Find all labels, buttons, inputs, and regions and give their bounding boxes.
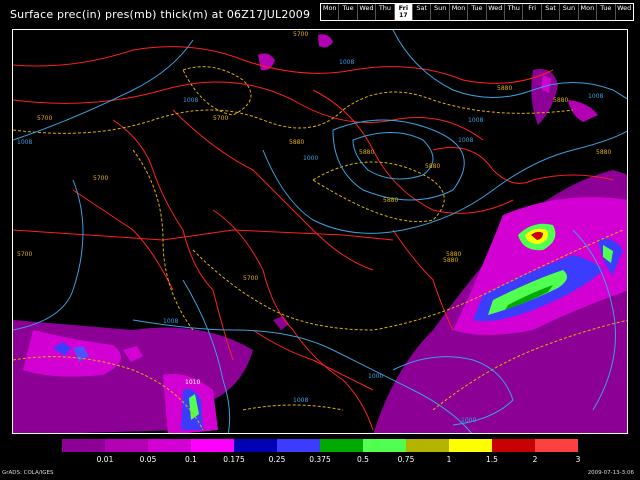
scale-tick-label: 2: [532, 455, 538, 464]
thickness-label: 5700: [293, 31, 308, 38]
thickness-label: 5880: [497, 85, 512, 92]
weather-map: 1008 1008 1008 1008 1008 1000 1008 1008 …: [12, 29, 628, 434]
color-swatch: [363, 439, 406, 452]
day-tab[interactable]: Sun: [431, 4, 450, 20]
pressure-label: 1008: [293, 397, 308, 404]
day-tab[interactable]: Mon: [579, 4, 598, 20]
day-tab[interactable]: Mon: [321, 4, 340, 20]
pressure-label: 1008: [17, 139, 32, 146]
day-tab[interactable]: Tue: [597, 4, 616, 20]
thickness-label: 5700: [37, 115, 52, 122]
color-swatch: [62, 439, 105, 452]
thickness-label: 5700: [213, 115, 228, 122]
color-swatch: [535, 439, 578, 452]
thickness-label: 5700: [17, 251, 32, 258]
color-swatch: [492, 439, 535, 452]
day-tab[interactable]: Fri: [523, 4, 542, 20]
scale-tick-label: 0.05: [139, 455, 157, 464]
pressure-label: 1008: [163, 318, 178, 325]
day-tab[interactable]: Wed: [358, 4, 377, 20]
color-scale-bar: [62, 439, 578, 452]
pressure-label: 1000: [461, 417, 476, 424]
color-swatch: [148, 439, 191, 452]
scale-tick-label: 0.5: [357, 455, 369, 464]
thickness-label: 5880: [553, 97, 568, 104]
scale-tick-label: 0.25: [268, 455, 286, 464]
color-scale-ticks: 0.01 0.05 0.1 0.175 0.25 0.375 0.5 0.75 1 1.5 2 3: [62, 455, 581, 465]
scale-tick-label: 1.5: [486, 455, 498, 464]
day-tab[interactable]: Sat: [542, 4, 561, 20]
credit-label: GrADS: COLA/IGES: [2, 470, 54, 476]
pressure-label: 1008: [468, 117, 483, 124]
thickness-label: 5880: [446, 251, 461, 258]
scale-tick-label: 0.375: [309, 455, 331, 464]
pressure-label: 1008: [458, 137, 473, 144]
map-title: Surface prec(in) pres(mb) thick(m) at 06…: [10, 8, 311, 21]
thickness-label: 5880: [359, 149, 374, 156]
thickness-label: 5880: [443, 257, 458, 264]
pressure-label: 1008: [588, 93, 603, 100]
day-tab[interactable]: Sun: [560, 4, 579, 20]
day-tab[interactable]: Sat: [413, 4, 432, 20]
thickness-label: 5880: [383, 197, 398, 204]
scale-tick-label: 3: [575, 455, 581, 464]
pressure-label: 1000: [303, 155, 318, 162]
thickness-label: 5700: [93, 175, 108, 182]
scale-tick-label: 0.75: [397, 455, 415, 464]
thickness-label: 5700: [243, 275, 258, 282]
timestamp-label: 2009-07-13-3:06: [587, 470, 634, 476]
color-swatch: [105, 439, 148, 452]
day-tab[interactable]: Thu: [376, 4, 395, 20]
day-tab[interactable]: Wed: [616, 4, 633, 20]
day-tab[interactable]: Thu: [505, 4, 524, 20]
pressure-label: 1010: [185, 379, 200, 386]
thickness-label: 5880: [425, 163, 440, 170]
map-graphic: 1008 1008 1008 1008 1008 1000 1008 1008 …: [13, 30, 627, 433]
color-swatch: [277, 439, 320, 452]
thickness-label: 5880: [596, 149, 611, 156]
scale-tick-label: 0.175: [223, 455, 245, 464]
pressure-label: 1000: [368, 373, 383, 380]
scale-tick-label: 0.01: [96, 455, 114, 464]
thickness-label: 5880: [289, 139, 304, 146]
day-navigation-bar: Mon Tue Wed Thu Fri 17 Sat Sun Mon Tue Wed Thu Fri Sa…: [320, 3, 634, 21]
day-tab[interactable]: Fri 17: [394, 4, 414, 20]
day-tab[interactable]: Wed: [487, 4, 506, 20]
scale-tick-label: 0.1: [185, 455, 197, 464]
day-tab[interactable]: Tue: [339, 4, 358, 20]
day-tab[interactable]: Mon: [450, 4, 469, 20]
color-swatch: [320, 439, 363, 452]
day-tab[interactable]: Tue: [468, 4, 487, 20]
color-swatch: [234, 439, 277, 452]
pressure-label: 1008: [339, 59, 354, 66]
pressure-label: 1008: [183, 97, 198, 104]
color-swatch: [406, 439, 449, 452]
color-swatch: [191, 439, 234, 452]
scale-tick-label: 1: [446, 455, 452, 464]
color-swatch: [449, 439, 492, 452]
